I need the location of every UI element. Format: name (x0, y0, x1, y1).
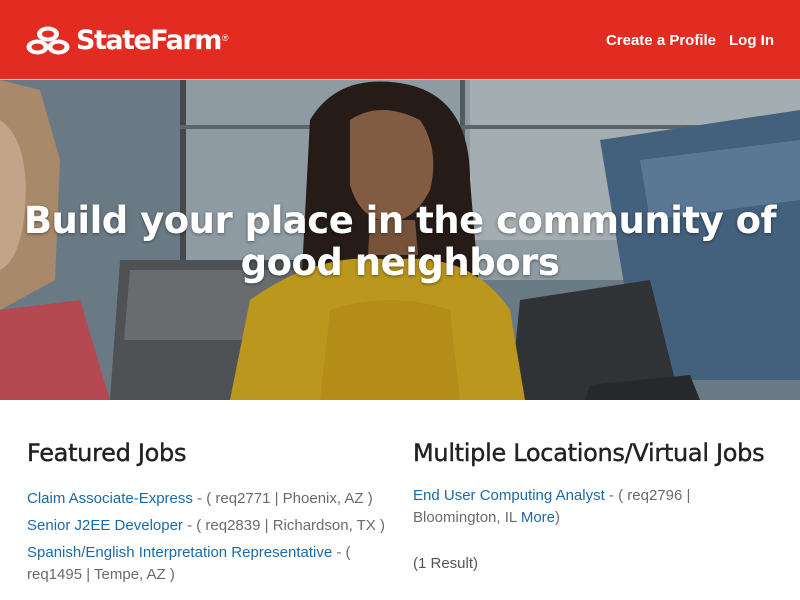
job-link-claim-associate[interactable]: Claim Associate-Express (27, 490, 193, 507)
featured-jobs-heading: Featured Jobs (27, 439, 187, 467)
multiple-locations-section: Multiple Locations/Virtual Jobs End User… (413, 438, 773, 572)
list-item: Senior J2EE Developer - ( req2839 | Rich… (27, 515, 387, 537)
create-profile-link[interactable]: Create a Profile (606, 32, 716, 49)
site-header: StateFarm ® Create a Profile Log In (0, 0, 800, 80)
job-details-close: ) (555, 509, 561, 526)
job-link-senior-j2ee-developer[interactable]: Senior J2EE Developer (27, 517, 183, 534)
multiple-locations-list: End User Computing Analyst - ( req2796 |… (413, 485, 773, 529)
multiple-locations-heading: Multiple Locations/Virtual Jobs (413, 439, 765, 467)
header-nav: Create a Profile Log In (606, 32, 774, 49)
three-ovals-logo-icon (26, 26, 70, 55)
job-details: - ( req2771 | Phoenix, AZ ) (192, 490, 373, 507)
featured-jobs-list: Claim Associate-Express - ( req2771 | Ph… (27, 488, 387, 586)
job-link-interpretation-representative[interactable]: Spanish/English Interpretation Represent… (27, 544, 332, 561)
results-count: (1 Result) (413, 555, 479, 572)
state-farm-logo[interactable]: StateFarm ® (26, 24, 228, 58)
hero-headline: Build your place in the community of goo… (0, 200, 800, 284)
jobs-content: Featured Jobs Claim Associate-Express - … (0, 400, 800, 600)
featured-jobs-section: Featured Jobs Claim Associate-Express - … (27, 438, 387, 591)
hero-banner: Build your place in the community of goo… (0, 80, 800, 400)
log-in-link[interactable]: Log In (729, 32, 774, 49)
list-item: Claim Associate-Express - ( req2771 | Ph… (27, 488, 387, 510)
list-item: End User Computing Analyst - ( req2796 |… (413, 485, 773, 529)
more-locations-link[interactable]: More (521, 509, 555, 526)
brand-name: StateFarm (76, 25, 222, 56)
job-link-end-user-computing-analyst[interactable]: End User Computing Analyst (413, 487, 605, 504)
registered-mark: ® (221, 33, 229, 43)
job-details: - ( req2839 | Richardson, TX ) (182, 517, 385, 534)
hero-headline-line-2: good neighbors (240, 241, 560, 284)
list-item: Spanish/English Interpretation Represent… (27, 542, 387, 586)
hero-headline-line-1: Build your place in the community of (23, 199, 777, 242)
